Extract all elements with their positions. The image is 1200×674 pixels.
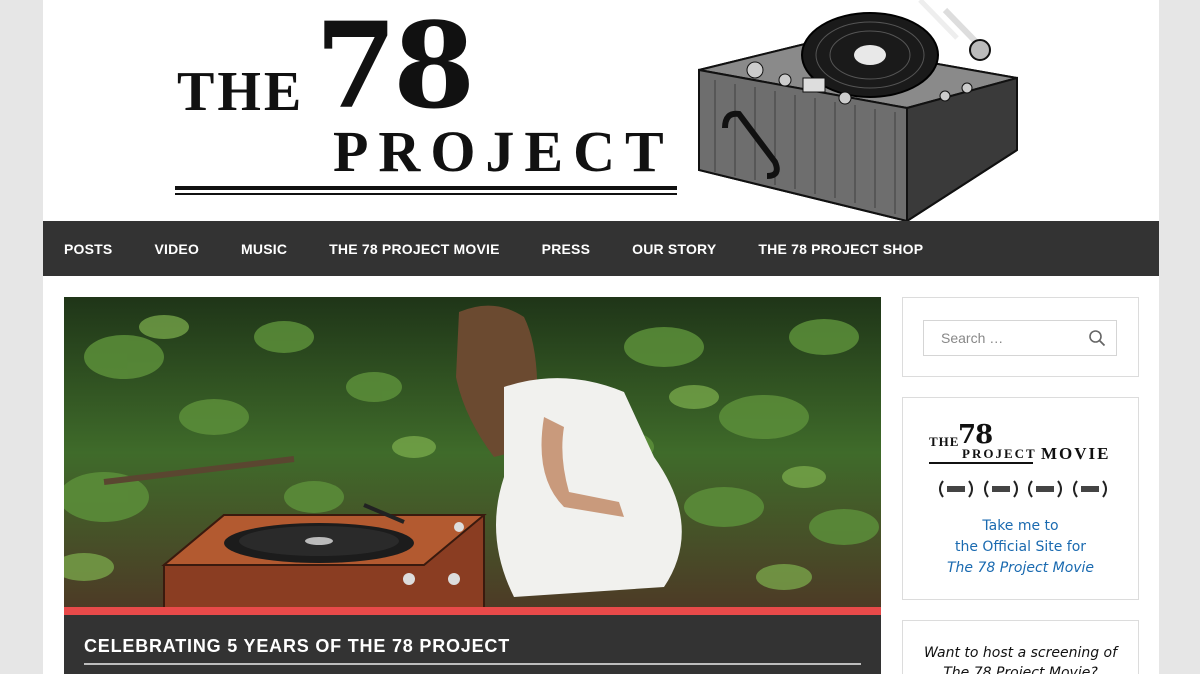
main-nav: POSTS VIDEO MUSIC THE 78 PROJECT MOVIE P… [43, 221, 1159, 276]
logo-rule [175, 186, 677, 190]
movie-logo-project: PROJECT [962, 446, 1037, 461]
search-form [923, 320, 1117, 356]
screening-line2: The 78 Project Movie? [943, 665, 1098, 674]
nav-item-our-story[interactable]: OUR STORY [632, 241, 716, 257]
post-accent-bar [64, 607, 881, 615]
site-header: THE 78 PROJECT [43, 0, 1159, 221]
movie-site-link[interactable]: Take me to the Official Site for The 78 … [903, 516, 1138, 579]
movie-widget: THE 78 PROJECT MOVIE Take me to the Offi… [902, 397, 1139, 600]
nav-item-music[interactable]: MUSIC [241, 241, 287, 257]
laurel-icon [1072, 480, 1107, 498]
logo-number: 78 [315, 0, 475, 135]
movie-logo[interactable]: THE 78 PROJECT MOVIE [929, 420, 1119, 474]
laurel-icon [939, 480, 973, 498]
logo-project: PROJECT [333, 119, 674, 184]
nav-item-press[interactable]: PRESS [542, 241, 590, 257]
screening-text[interactable]: Want to host a screening of The 78 Proje… [903, 643, 1138, 674]
post-title-box: CELEBRATING 5 YEARS OF THE 78 PROJECT [64, 615, 881, 674]
nav-item-shop[interactable]: THE 78 PROJECT SHOP [758, 241, 923, 257]
movie-logo-the: THE [929, 434, 960, 449]
site-logo[interactable]: THE 78 PROJECT [175, 0, 685, 198]
post-title-divider [84, 663, 861, 665]
festival-laurels [937, 478, 1109, 500]
movie-link-line2: the Official Site for [954, 539, 1087, 555]
movie-logo-movie: MOVIE [1041, 444, 1111, 463]
logo-the: THE [177, 61, 305, 123]
search-widget [902, 297, 1139, 377]
movie-link-line1: Take me to [982, 518, 1059, 534]
turntable-illustration [698, 0, 1018, 221]
logo-rule-thin [175, 193, 677, 195]
nav-item-movie[interactable]: THE 78 PROJECT MOVIE [329, 241, 499, 257]
laurel-icon [983, 480, 1018, 498]
search-input[interactable] [924, 321, 1084, 355]
post-title[interactable]: CELEBRATING 5 YEARS OF THE 78 PROJECT [84, 636, 510, 657]
nav-item-video[interactable]: VIDEO [154, 241, 199, 257]
laurel-icon [1028, 480, 1063, 498]
screening-line1: Want to host a screening of [923, 645, 1118, 661]
search-icon[interactable] [1088, 329, 1106, 347]
featured-post-image[interactable] [64, 297, 881, 609]
movie-link-line3: The 78 Project Movie [946, 560, 1095, 576]
movie-logo-rule [929, 462, 1033, 464]
nav-item-posts[interactable]: POSTS [64, 241, 112, 257]
screening-widget: Want to host a screening of The 78 Proje… [902, 620, 1139, 674]
page-container: THE 78 PROJECT POSTS VIDEO MUSIC THE 78 … [43, 0, 1159, 674]
featured-post: CELEBRATING 5 YEARS OF THE 78 PROJECT [64, 297, 881, 674]
